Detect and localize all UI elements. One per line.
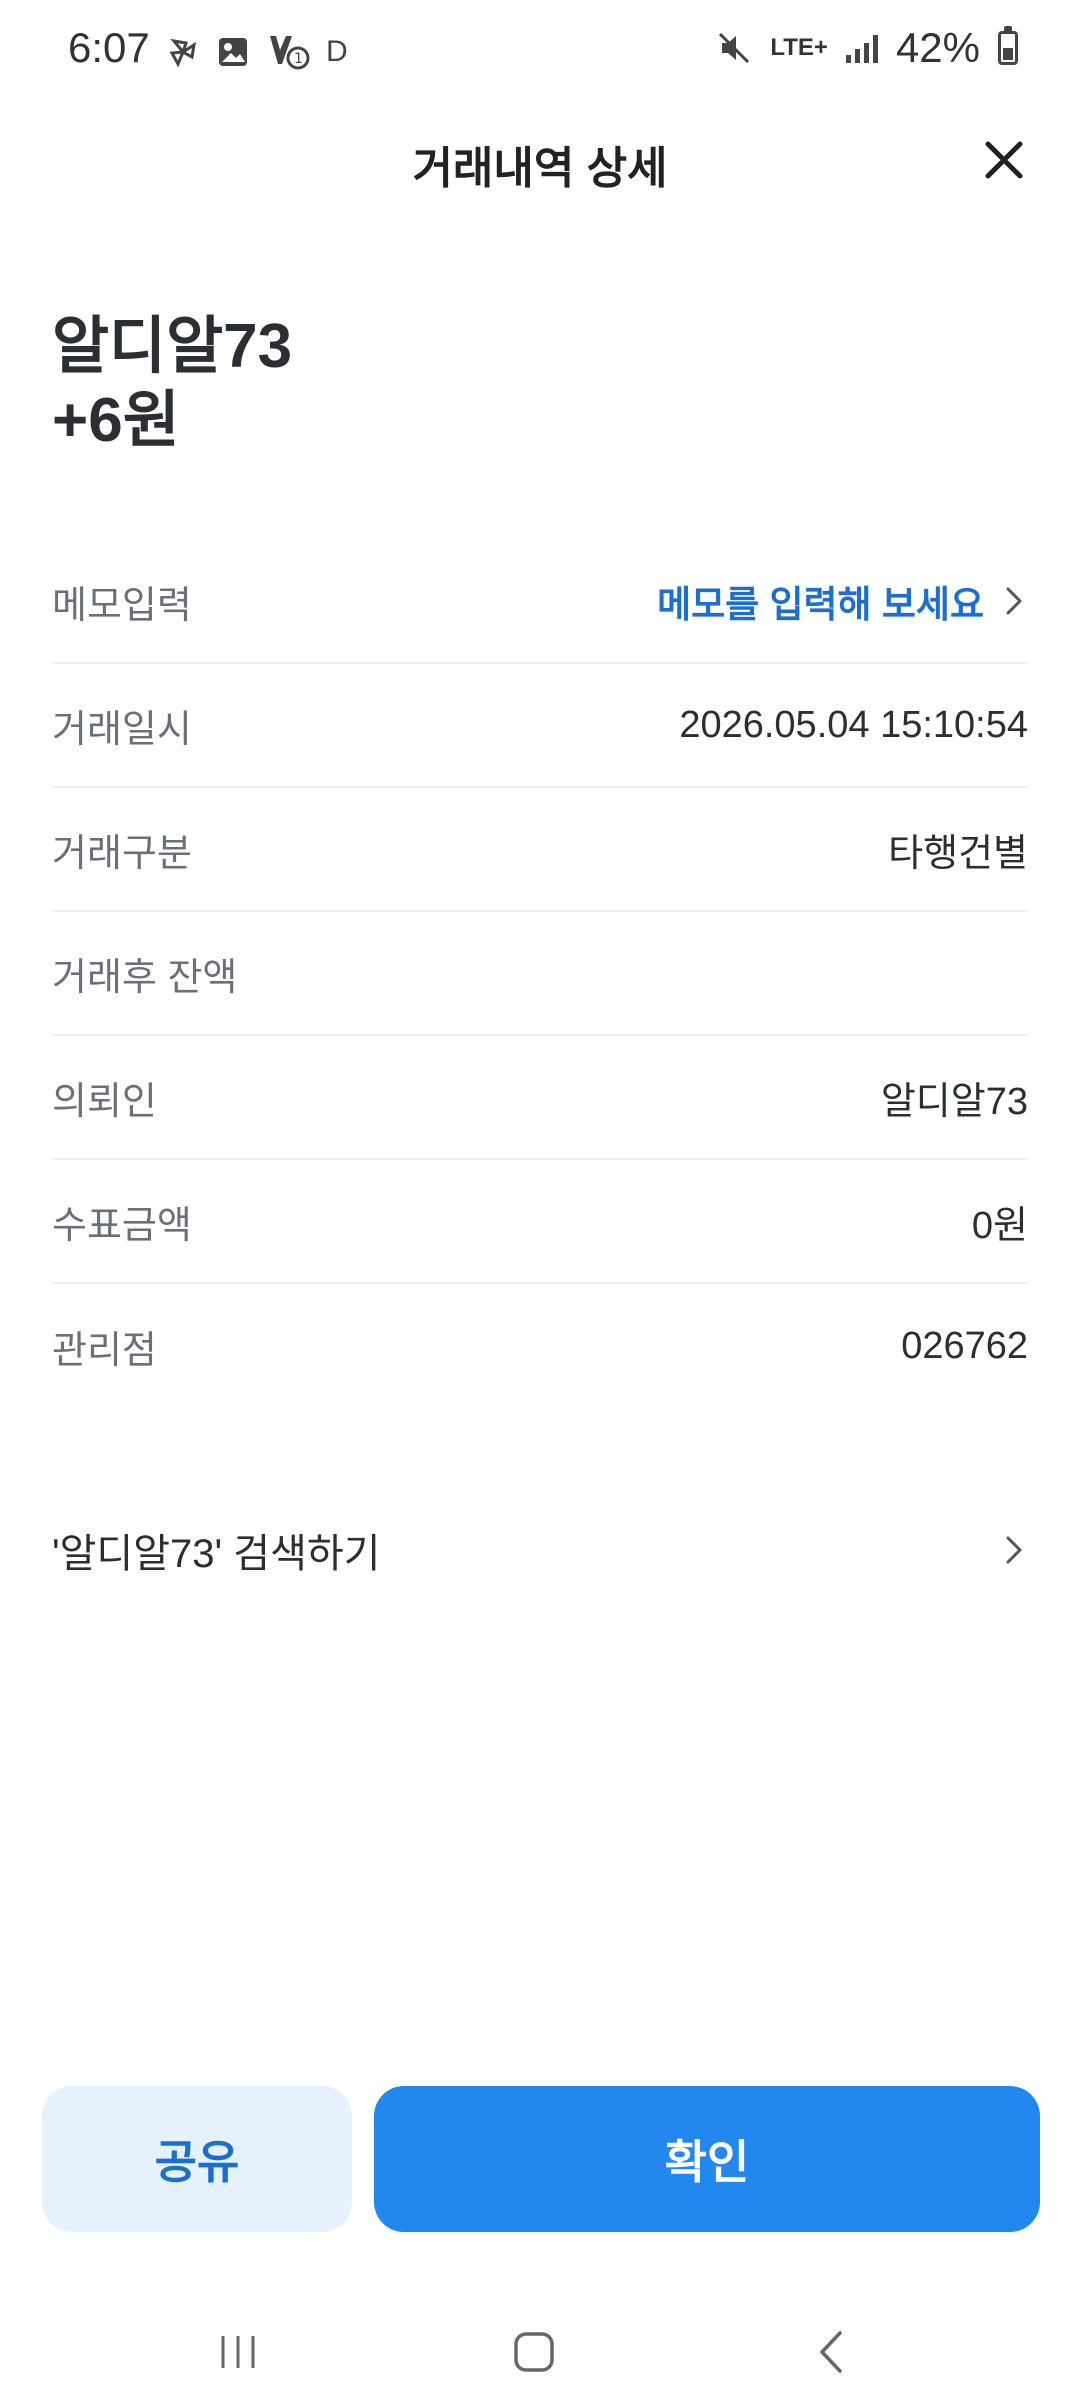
page-title: 거래내역 상세 — [412, 144, 668, 193]
detail-row-balance: 거래후 잔액 — [52, 912, 1028, 1036]
status-bar: 6:07 1 D LTE+ 42% — [0, 0, 1080, 104]
detail-label: 거래일시 — [52, 708, 192, 751]
detail-label: 거래구분 — [52, 832, 192, 875]
detail-label: 메모입력 — [52, 584, 192, 627]
detail-value: 0원 — [971, 1204, 1028, 1247]
detail-row-requester: 의뢰인 알디알73 — [52, 1036, 1028, 1160]
search-counterparty-link[interactable]: '알디알73' 검색하기 — [52, 1510, 1028, 1590]
detail-row-type: 거래구분 타행건별 — [52, 788, 1028, 912]
search-label: '알디알73' 검색하기 — [52, 1532, 381, 1576]
memo-placeholder: 메모를 입력해 보세요 — [657, 584, 984, 625]
detail-value: 알디알73 — [880, 1080, 1028, 1123]
status-right: LTE+ 42% — [716, 24, 1018, 72]
image-icon — [219, 38, 247, 66]
system-nav-bar — [0, 2300, 1080, 2400]
detail-row-memo: 메모입력 메모를 입력해 보세요 — [52, 540, 1028, 664]
detail-row-branch: 관리점 026762 — [52, 1284, 1028, 1408]
volte-icon: 1 — [270, 36, 310, 70]
memo-input-link[interactable]: 메모를 입력해 보세요 — [657, 574, 1028, 628]
detail-label: 거래후 잔액 — [52, 956, 238, 999]
confirm-button-label: 확인 — [664, 2136, 750, 2188]
battery-percent: 42% — [895, 24, 980, 71]
close-icon — [985, 141, 1023, 179]
home-icon — [514, 2332, 554, 2372]
counterparty-name: 알디알73 — [52, 312, 293, 381]
back-icon — [820, 2331, 842, 2373]
home-button[interactable] — [494, 2320, 574, 2384]
recent-apps-icon — [221, 2336, 255, 2368]
close-button[interactable] — [972, 128, 1036, 192]
detail-row-check-amount: 수표금액 0원 — [52, 1160, 1028, 1284]
confirm-button[interactable]: 확인 — [374, 2086, 1040, 2232]
transaction-summary: 알디알73 +6원 — [52, 310, 292, 459]
detail-value: 026762 — [901, 1324, 1028, 1367]
back-button[interactable] — [792, 2320, 872, 2384]
network-type: LTE+ — [770, 34, 828, 61]
transaction-amount: +6원 — [52, 386, 180, 456]
signal-icon — [845, 33, 878, 63]
detail-label: 관리점 — [52, 1329, 157, 1372]
detail-value: 타행건별 — [888, 832, 1028, 875]
recent-apps-button[interactable] — [198, 2320, 278, 2384]
detail-label: 수표금액 — [52, 1204, 192, 1247]
chevron-right-icon — [1006, 587, 1022, 615]
share-button-label: 공유 — [154, 2136, 240, 2188]
share-button[interactable]: 공유 — [42, 2086, 352, 2232]
pinwheel-icon — [169, 38, 197, 68]
detail-label: 의뢰인 — [52, 1080, 157, 1123]
status-time: 6:07 — [68, 24, 150, 71]
svg-text:1: 1 — [294, 51, 303, 67]
detail-row-datetime: 거래일시 2026.05.04 15:10:54 — [52, 664, 1028, 788]
notification-icons: 1 D — [166, 32, 348, 72]
page-header: 거래내역 상세 — [0, 120, 1080, 200]
battery-icon — [998, 26, 1018, 65]
detail-value: 2026.05.04 15:10:54 — [679, 703, 1028, 746]
chevron-right-icon — [1006, 1536, 1022, 1564]
notification-letter: D — [326, 35, 348, 68]
detail-list: 메모입력 메모를 입력해 보세요 거래일시 2026.05.04 15:10:5… — [52, 540, 1028, 1408]
mute-icon — [719, 32, 750, 64]
